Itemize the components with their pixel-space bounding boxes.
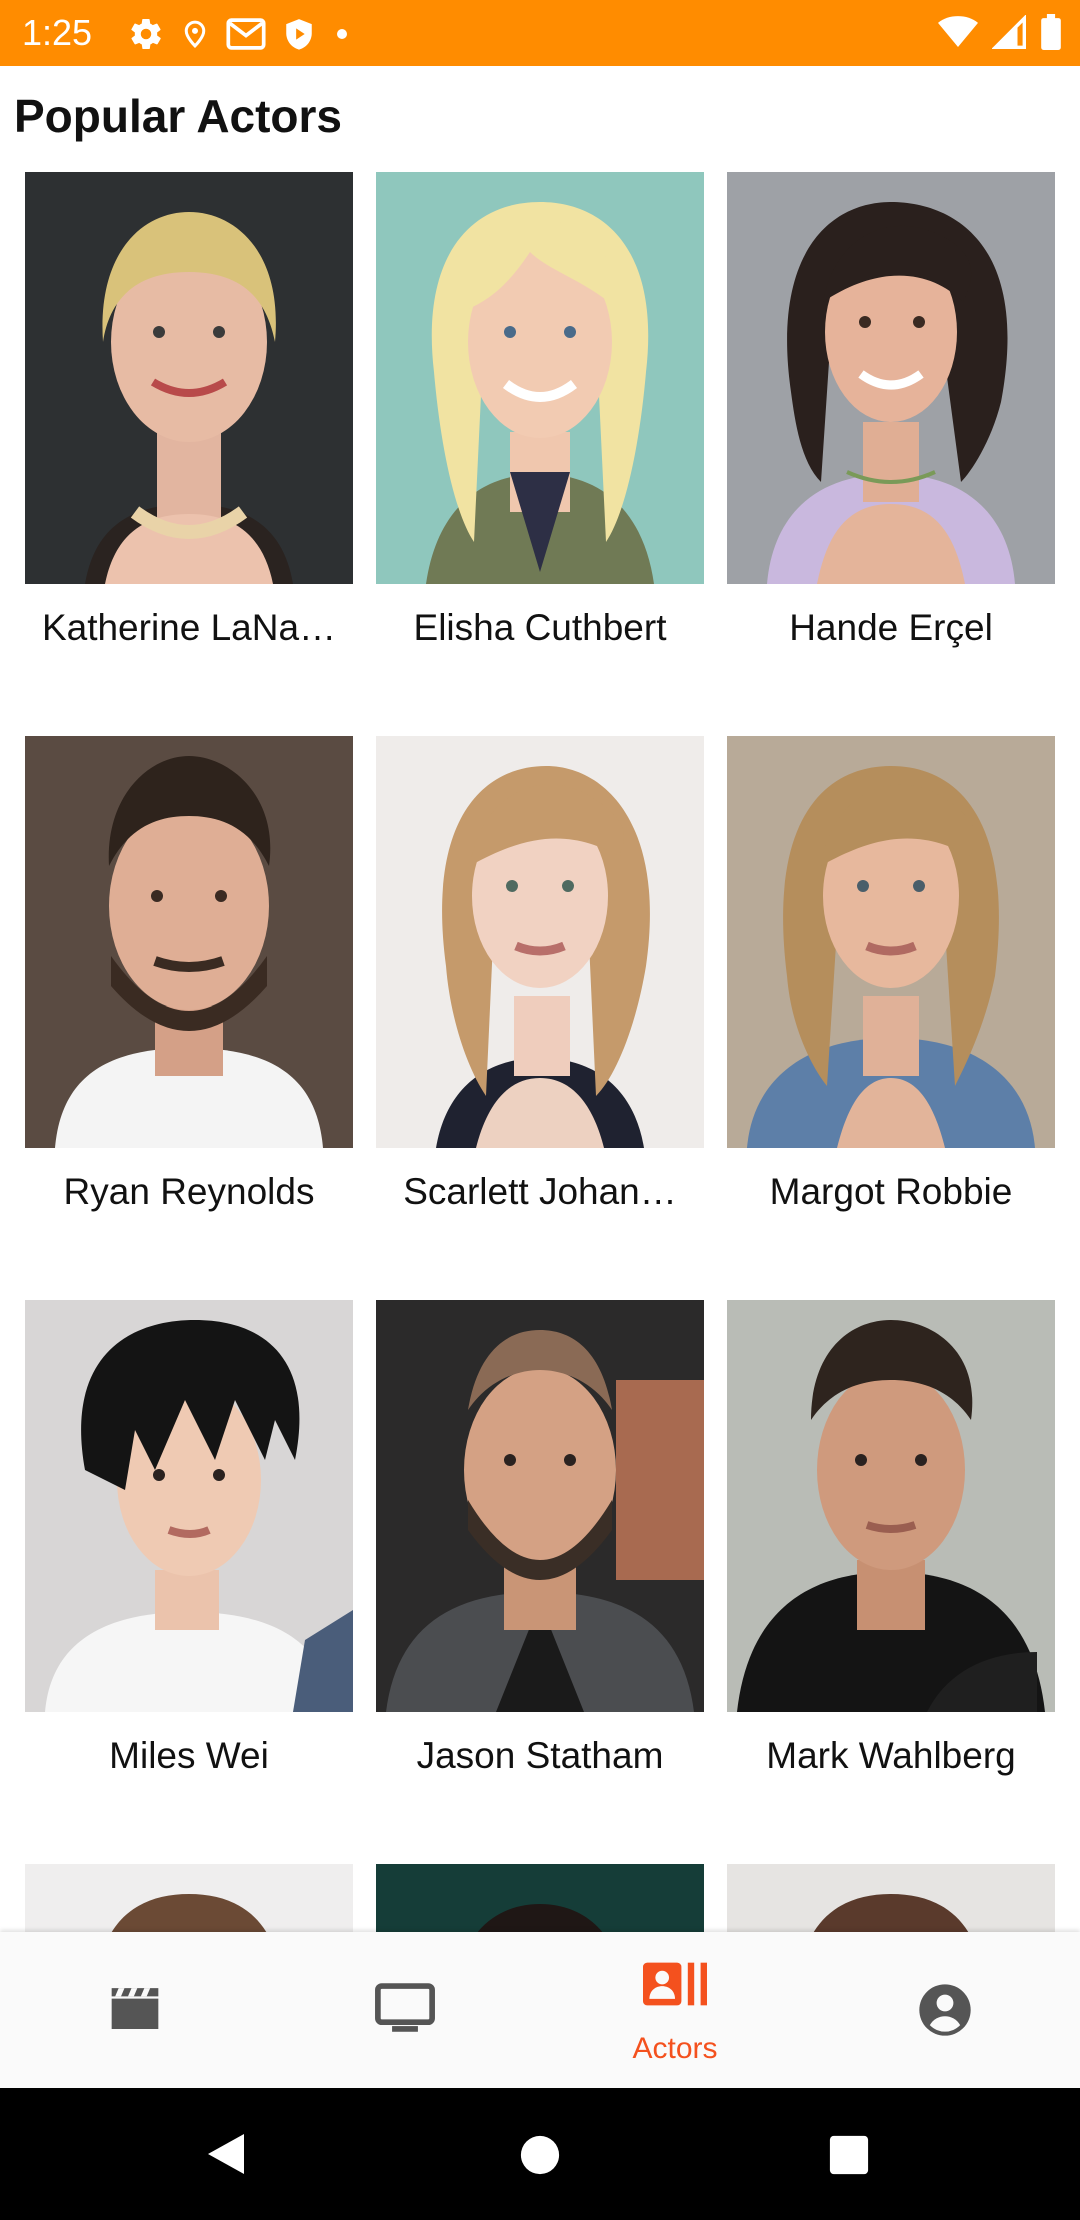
actor-name: Margot Robbie — [769, 1171, 1013, 1212]
actor-name: Hande Erçel — [789, 607, 993, 648]
actor-name: Katherine LaNa… — [41, 607, 337, 648]
actor-photo — [25, 172, 353, 584]
account-icon — [917, 1982, 973, 2043]
actor-name: Mark Wahlberg — [766, 1735, 1016, 1776]
recents-icon[interactable] — [828, 2134, 870, 2176]
tv-icon — [374, 1982, 436, 2039]
actor-photo — [376, 1300, 704, 1712]
gmail-icon — [226, 16, 266, 52]
nav-account[interactable] — [810, 1932, 1080, 2088]
actor-photo — [376, 172, 704, 584]
actor-name: Miles Wei — [109, 1735, 269, 1776]
nav-actors-label: Actors — [632, 2032, 718, 2065]
actor-photo — [727, 172, 1055, 584]
actor-name: Scarlett Johan… — [403, 1171, 677, 1212]
actor-photo — [727, 736, 1055, 1148]
wifi-icon — [938, 15, 978, 54]
dot-icon — [332, 16, 352, 52]
actor-photo — [376, 1864, 704, 1932]
actor-name: Ryan Reynolds — [63, 1171, 315, 1212]
page-title: Popular Actors — [14, 90, 343, 142]
actor-name: Elisha Cuthbert — [413, 607, 667, 648]
actor-name: Jason Statham — [416, 1735, 664, 1776]
nav-actors[interactable]: Actors — [540, 1932, 810, 2088]
nav-movies[interactable] — [0, 1932, 270, 2088]
bottom-navigation: Actors — [0, 1932, 1080, 2088]
back-icon[interactable] — [204, 2132, 248, 2176]
system-navigation-bar — [0, 2088, 1080, 2220]
location-icon — [180, 16, 210, 52]
home-icon[interactable] — [519, 2134, 561, 2176]
actor-grid: Katherine LaNa… Elisha Cuthbert Hande Er… — [0, 172, 1080, 1932]
actor-photo — [25, 1864, 353, 1932]
actor-photo — [727, 1300, 1055, 1712]
play-protect-icon — [282, 16, 316, 52]
actor-photo — [25, 736, 353, 1148]
nav-tv[interactable] — [270, 1932, 540, 2088]
status-time: 1:25 — [22, 12, 93, 53]
actor-photo — [376, 736, 704, 1148]
movie-clapper-icon — [107, 1984, 163, 2037]
actor-photo — [25, 1300, 353, 1712]
status-bar: 1:25 — [0, 0, 1080, 66]
settings-icon — [128, 16, 164, 52]
signal-icon — [991, 13, 1026, 54]
battery-icon — [1040, 13, 1062, 55]
actors-icon — [643, 1962, 707, 2011]
actor-photo — [727, 1864, 1055, 1932]
